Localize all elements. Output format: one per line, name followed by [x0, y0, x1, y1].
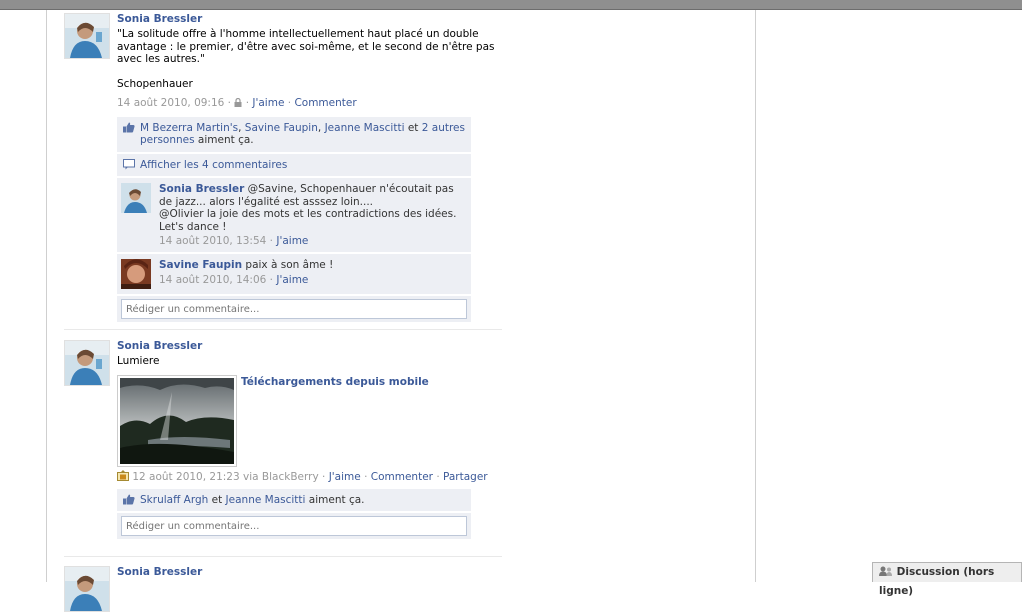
comment-timestamp[interactable]: 14 août 2010, 14:06: [159, 274, 266, 286]
story-divider: [64, 556, 502, 557]
likes-suffix: aiment ça.: [197, 134, 254, 146]
feed-right-border: [755, 10, 756, 582]
via-source: via BlackBerry: [243, 470, 319, 483]
story-author[interactable]: Sonia Bressler: [117, 340, 517, 352]
comment-text: paix à son âme !: [245, 259, 334, 271]
story-meta: 12 août 2010, 21:23 via BlackBerry · J'a…: [117, 469, 517, 483]
comment-like-button[interactable]: J'aime: [276, 274, 308, 286]
like-button[interactable]: J'aime: [329, 471, 361, 483]
liker-link[interactable]: M Bezerra Martin's: [140, 122, 238, 134]
likes-row: Skrulaff Argh et Jeanne Mascitti aiment …: [117, 488, 471, 511]
feedback-box: Skrulaff Argh et Jeanne Mascitti aiment …: [117, 488, 471, 539]
like-button[interactable]: J'aime: [252, 97, 284, 109]
comment-input[interactable]: [121, 299, 467, 319]
avatar[interactable]: [64, 13, 110, 59]
comment-button[interactable]: Commenter: [294, 97, 356, 109]
liker-link[interactable]: Jeanne Mascitti: [226, 494, 306, 506]
avatar[interactable]: [121, 259, 151, 289]
chat-user-icon: [879, 566, 897, 578]
mobile-upload-icon: [117, 469, 132, 483]
likes-and-word: et: [407, 121, 419, 134]
liker-link[interactable]: Jeanne Mascitti: [325, 122, 405, 134]
view-all-comments-link[interactable]: Afficher les 4 commentaires: [140, 159, 287, 171]
comment-meta: 14 août 2010, 14:06 · J'aime: [159, 273, 309, 286]
photo-attachment: Téléchargements depuis mobile: [117, 374, 517, 467]
comment-bubble-icon: [123, 158, 135, 173]
comment-item: Sonia Bressler @Savine, Schopenhauer n'é…: [117, 178, 471, 252]
story-timestamp[interactable]: 14 août 2010, 09:16: [117, 97, 224, 109]
lock-icon: [234, 97, 245, 109]
avatar[interactable]: [121, 183, 151, 213]
story-author[interactable]: Sonia Bressler: [117, 13, 517, 25]
comment-input-row: [117, 296, 471, 322]
photo-thumbnail[interactable]: [117, 374, 237, 467]
album-link[interactable]: Téléchargements depuis mobile: [241, 376, 429, 388]
story-message: Lumiere: [117, 355, 160, 367]
share-button[interactable]: Partager: [443, 471, 488, 483]
thumbs-up-icon: [123, 122, 135, 136]
chat-tab[interactable]: Discussion (hors ligne): [872, 562, 1022, 597]
comment-author[interactable]: Sonia Bressler: [159, 183, 244, 195]
comment-like-button[interactable]: J'aime: [276, 235, 308, 247]
story-meta: 14 août 2010, 09:16 · · J'aime · Comment…: [117, 96, 357, 109]
story-timestamp[interactable]: 12 août 2010, 21:23: [132, 471, 239, 483]
comment-author[interactable]: Savine Faupin: [159, 259, 242, 271]
browser-top-bar: [0, 0, 1022, 10]
story-message: "La solitude offre à l'homme intellectue…: [117, 28, 495, 90]
feed-left-border: [46, 10, 47, 582]
comment-item: Savine Faupin paix à son âme ! 14 août 2…: [117, 254, 471, 294]
comment-input[interactable]: [121, 516, 467, 536]
avatar[interactable]: [64, 340, 110, 386]
feedback-box: M Bezerra Martin's, Savine Faupin, Jeann…: [117, 116, 471, 322]
avatar[interactable]: [64, 566, 110, 612]
liker-link[interactable]: Savine Faupin: [245, 122, 318, 134]
comment-input-row: [117, 513, 471, 539]
comment-meta: 14 août 2010, 13:54 · J'aime: [159, 235, 309, 247]
comment-timestamp[interactable]: 14 août 2010, 13:54: [159, 235, 266, 247]
story-author[interactable]: Sonia Bressler: [117, 566, 517, 578]
thumbs-up-icon: [123, 494, 135, 508]
likes-row: M Bezerra Martin's, Savine Faupin, Jeann…: [117, 116, 471, 152]
likes-suffix: aiment ça.: [308, 493, 365, 506]
comment-button[interactable]: Commenter: [371, 471, 433, 483]
likes-and-word: et: [211, 493, 223, 506]
liker-link[interactable]: Skrulaff Argh: [140, 494, 208, 506]
story-divider: [64, 329, 502, 330]
view-all-comments-row[interactable]: Afficher les 4 commentaires: [117, 153, 471, 176]
